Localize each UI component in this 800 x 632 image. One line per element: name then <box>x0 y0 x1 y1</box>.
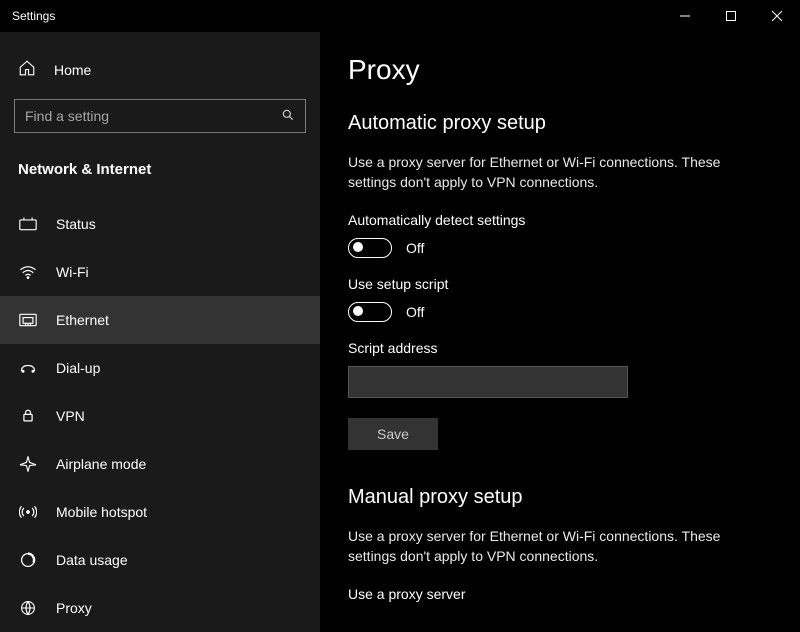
home-button[interactable]: Home <box>0 52 320 87</box>
sidebar-item-label: Data usage <box>56 552 128 568</box>
sidebar: Home Network & Internet Status <box>0 32 320 632</box>
dialup-icon <box>18 361 38 375</box>
section-auto-description: Use a proxy server for Ethernet or Wi-Fi… <box>348 153 772 192</box>
minimize-button[interactable] <box>662 0 708 32</box>
window-controls <box>662 0 800 32</box>
sidebar-item-ethernet[interactable]: Ethernet <box>0 296 320 344</box>
detect-settings-state: Off <box>406 240 424 256</box>
save-button[interactable]: Save <box>348 418 438 450</box>
home-label: Home <box>54 62 91 78</box>
close-icon <box>772 11 782 21</box>
home-icon <box>18 59 36 80</box>
setup-script-state: Off <box>406 304 424 320</box>
detect-settings-label: Automatically detect settings <box>348 212 772 228</box>
proxy-icon <box>18 600 38 616</box>
close-button[interactable] <box>754 0 800 32</box>
search-icon <box>281 108 295 125</box>
wifi-icon <box>18 265 38 279</box>
sidebar-item-wifi[interactable]: Wi-Fi <box>0 248 320 296</box>
titlebar: Settings <box>0 0 800 32</box>
script-address-input[interactable] <box>348 366 628 398</box>
maximize-button[interactable] <box>708 0 754 32</box>
category-heading: Network & Internet <box>0 151 320 200</box>
page-title: Proxy <box>348 54 772 86</box>
data-usage-icon <box>18 552 38 568</box>
section-manual-description: Use a proxy server for Ethernet or Wi-Fi… <box>348 527 772 566</box>
setup-script-label: Use setup script <box>348 276 772 292</box>
window-title: Settings <box>12 9 55 23</box>
sidebar-item-label: Ethernet <box>56 312 109 328</box>
script-address-label: Script address <box>348 340 772 356</box>
sidebar-item-datausage[interactable]: Data usage <box>0 536 320 584</box>
sidebar-item-status[interactable]: Status <box>0 200 320 248</box>
ethernet-icon <box>18 313 38 327</box>
maximize-icon <box>726 11 736 21</box>
minimize-icon <box>680 11 690 21</box>
sidebar-item-proxy[interactable]: Proxy <box>0 584 320 632</box>
section-manual-heading: Manual proxy setup <box>348 486 772 509</box>
section-auto-heading: Automatic proxy setup <box>348 112 772 135</box>
content-pane: Proxy Automatic proxy setup Use a proxy … <box>320 32 800 632</box>
vpn-icon <box>18 409 38 423</box>
sidebar-item-dialup[interactable]: Dial-up <box>0 344 320 392</box>
sidebar-item-label: Mobile hotspot <box>56 504 147 520</box>
hotspot-icon <box>18 505 38 519</box>
status-icon <box>18 217 38 231</box>
use-proxy-label: Use a proxy server <box>348 586 772 602</box>
detect-settings-toggle[interactable] <box>348 238 392 258</box>
search-input[interactable] <box>25 108 281 124</box>
sidebar-item-label: Wi-Fi <box>56 264 89 280</box>
airplane-icon <box>18 456 38 472</box>
sidebar-item-label: Proxy <box>56 600 92 616</box>
setup-script-toggle[interactable] <box>348 302 392 322</box>
sidebar-item-airplane[interactable]: Airplane mode <box>0 440 320 488</box>
sidebar-item-vpn[interactable]: VPN <box>0 392 320 440</box>
sidebar-nav: Status Wi-Fi Ethernet Dial-up <box>0 200 320 632</box>
sidebar-item-label: Status <box>56 216 96 232</box>
sidebar-item-label: Dial-up <box>56 360 100 376</box>
sidebar-item-label: Airplane mode <box>56 456 146 472</box>
sidebar-item-hotspot[interactable]: Mobile hotspot <box>0 488 320 536</box>
search-box[interactable] <box>14 99 306 133</box>
sidebar-item-label: VPN <box>56 408 85 424</box>
